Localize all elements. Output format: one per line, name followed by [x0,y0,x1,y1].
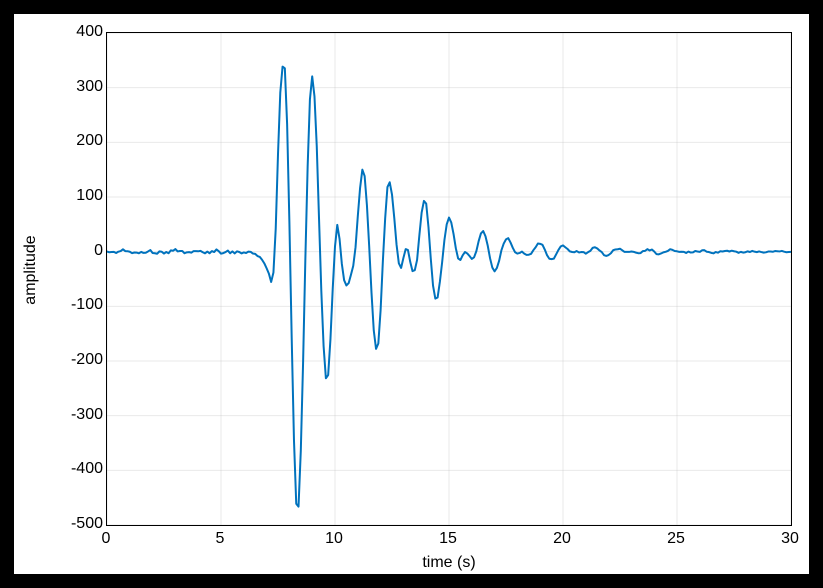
chart-frame: 051015202530 -500-400-300-200-1000100200… [14,14,809,574]
y-tick: 400 [23,23,103,41]
y-tick: -200 [23,351,103,369]
y-tick: 300 [23,78,103,96]
y-tick: -400 [23,460,103,478]
x-tick: 25 [667,530,685,548]
plot-svg [107,33,791,525]
x-tick: 20 [553,530,571,548]
y-tick: 200 [23,132,103,150]
x-tick: 15 [439,530,457,548]
x-tick: 30 [781,530,799,548]
x-axis-label: time (s) [106,554,792,572]
y-axis-label: amplitude [22,201,40,270]
y-tick: -300 [23,406,103,424]
plot-area [106,32,792,526]
x-tick: 10 [325,530,343,548]
x-tick: 5 [216,530,225,548]
grid [107,33,791,525]
y-tick: -500 [23,515,103,533]
